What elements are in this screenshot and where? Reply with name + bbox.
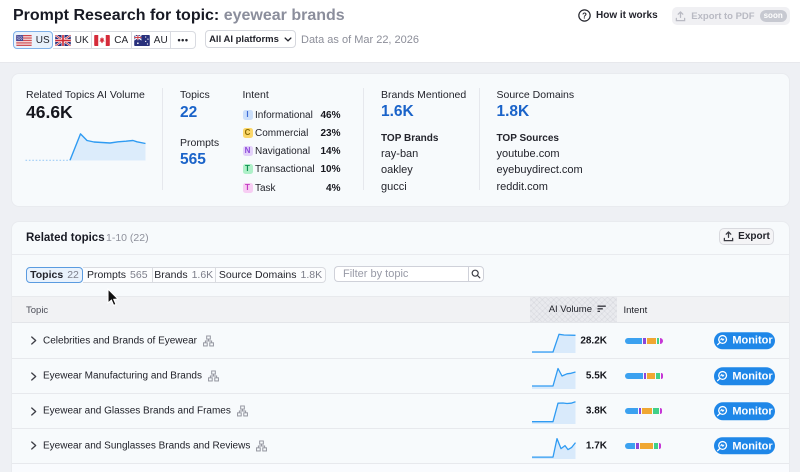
svg-text:?: ?	[582, 11, 587, 20]
